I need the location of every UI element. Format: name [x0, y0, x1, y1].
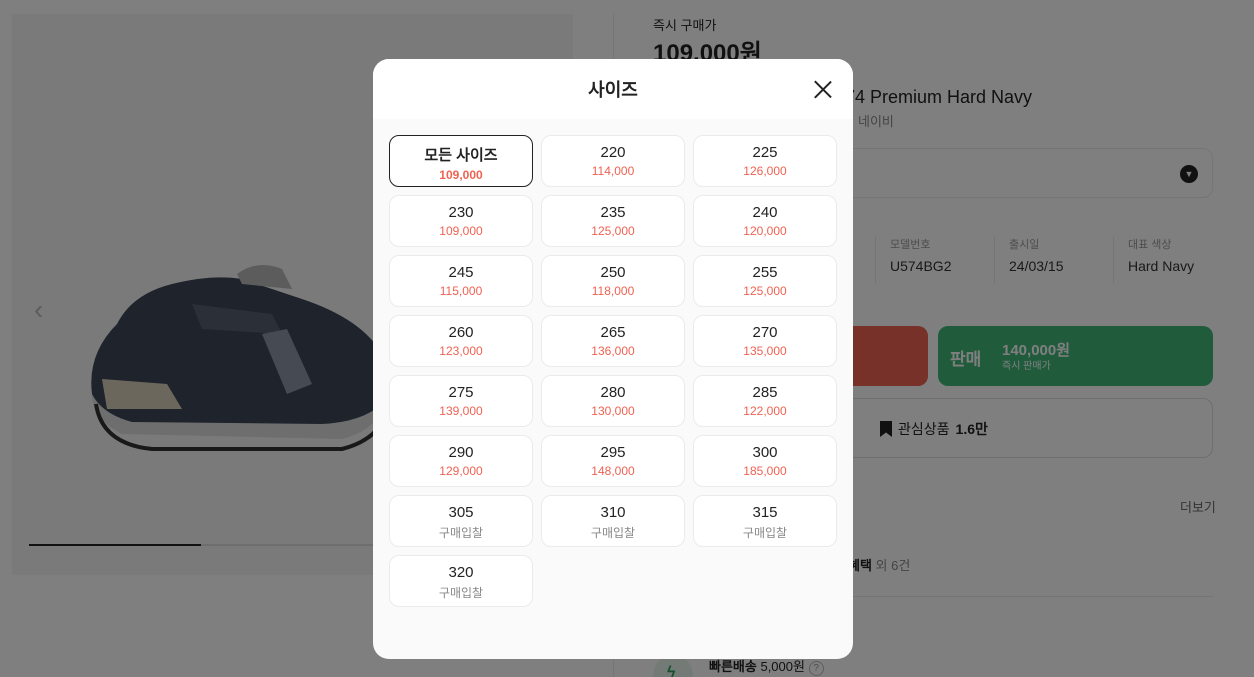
size-label: 300 — [752, 444, 778, 461]
size-label: 260 — [448, 324, 474, 341]
size-option[interactable]: 285 122,000 — [693, 375, 837, 427]
size-label: 280 — [600, 384, 626, 401]
size-label: 265 — [600, 324, 626, 341]
size-price: 135,000 — [743, 344, 787, 358]
size-price: 148,000 — [591, 464, 635, 478]
size-option[interactable]: 235 125,000 — [541, 195, 685, 247]
size-price: 구매입찰 — [742, 526, 788, 540]
size-option[interactable]: 250 118,000 — [541, 255, 685, 307]
size-price: 129,000 — [439, 464, 483, 478]
size-label: 230 — [448, 204, 474, 221]
size-option[interactable]: 265 136,000 — [541, 315, 685, 367]
size-label: 235 — [600, 204, 626, 221]
size-price: 118,000 — [591, 284, 635, 298]
size-label: 220 — [600, 144, 626, 161]
modal-title: 사이즈 — [588, 80, 638, 100]
size-option[interactable]: 270 135,000 — [693, 315, 837, 367]
size-price: 구매입찰 — [438, 526, 484, 540]
size-option[interactable]: 320 구매입찰 — [389, 555, 533, 607]
size-label: 250 — [600, 264, 626, 281]
size-label: 225 — [752, 144, 778, 161]
size-option[interactable]: 220 114,000 — [541, 135, 685, 187]
size-label: 275 — [448, 384, 474, 401]
size-label: 245 — [448, 264, 474, 281]
size-option[interactable]: 305 구매입찰 — [389, 495, 533, 547]
size-label: 315 — [752, 504, 778, 521]
size-price: 126,000 — [743, 164, 787, 178]
size-label: 295 — [600, 444, 626, 461]
size-option[interactable]: 280 130,000 — [541, 375, 685, 427]
size-label: 305 — [448, 504, 474, 521]
size-modal: 사이즈 모든 사이즈 109,000 220 114,000 225 126,000 230… — [373, 59, 853, 659]
close-icon[interactable] — [809, 75, 837, 103]
size-price: 114,000 — [591, 164, 635, 178]
size-label: 310 — [600, 504, 626, 521]
size-option[interactable]: 225 126,000 — [693, 135, 837, 187]
size-price: 130,000 — [591, 404, 635, 418]
size-price: 123,000 — [439, 344, 483, 358]
size-price: 185,000 — [743, 464, 787, 478]
size-option[interactable]: 315 구매입찰 — [693, 495, 837, 547]
size-option[interactable]: 300 185,000 — [693, 435, 837, 487]
size-price: 109,000 — [439, 168, 483, 182]
size-option[interactable]: 260 123,000 — [389, 315, 533, 367]
size-price: 109,000 — [439, 224, 483, 238]
size-option[interactable]: 255 125,000 — [693, 255, 837, 307]
size-price: 136,000 — [591, 344, 635, 358]
size-option[interactable]: 295 148,000 — [541, 435, 685, 487]
size-label: 285 — [752, 384, 778, 401]
size-price: 115,000 — [439, 284, 483, 298]
modal-header: 사이즈 — [373, 59, 853, 119]
size-price: 구매입찰 — [438, 586, 484, 600]
size-label: 240 — [752, 204, 778, 221]
size-price: 120,000 — [743, 224, 787, 238]
size-label: 255 — [752, 264, 778, 281]
size-price: 122,000 — [743, 404, 787, 418]
size-option[interactable]: 245 115,000 — [389, 255, 533, 307]
size-price: 125,000 — [743, 284, 787, 298]
size-option[interactable]: 290 129,000 — [389, 435, 533, 487]
size-option[interactable]: 310 구매입찰 — [541, 495, 685, 547]
size-option[interactable]: 240 120,000 — [693, 195, 837, 247]
size-price: 125,000 — [591, 224, 635, 238]
size-option[interactable]: 모든 사이즈 109,000 — [389, 135, 533, 187]
size-label: 270 — [752, 324, 778, 341]
size-price: 139,000 — [439, 404, 483, 418]
size-label: 모든 사이즈 — [424, 147, 498, 164]
size-label: 290 — [448, 444, 474, 461]
size-option[interactable]: 275 139,000 — [389, 375, 533, 427]
size-grid: 모든 사이즈 109,000 220 114,000 225 126,000 230 109,… — [389, 135, 837, 607]
size-option[interactable]: 230 109,000 — [389, 195, 533, 247]
size-label: 320 — [448, 564, 474, 581]
size-price: 구매입찰 — [590, 526, 636, 540]
